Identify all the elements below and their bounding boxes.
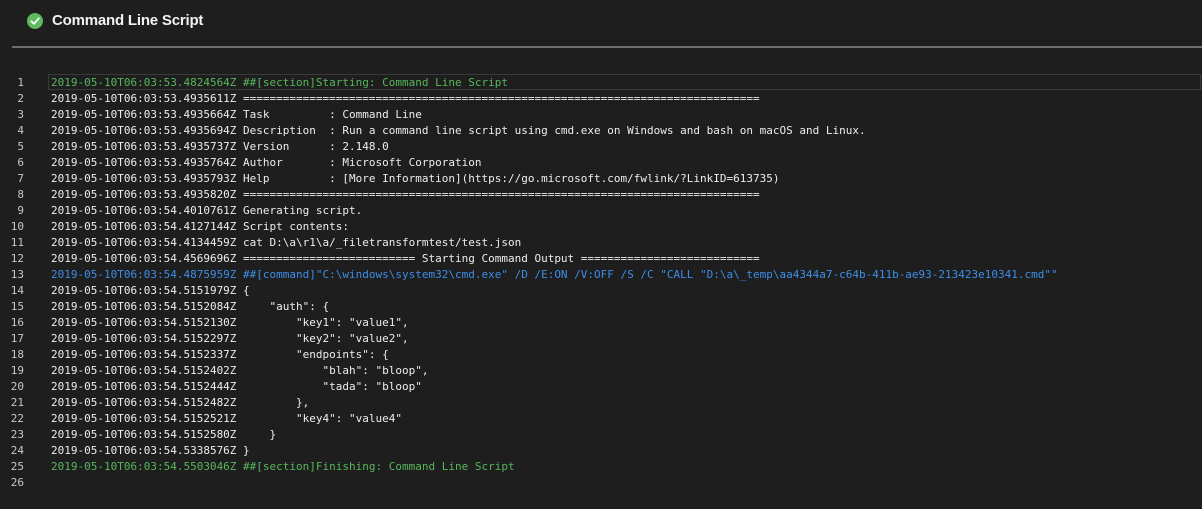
log-line[interactable]: 13 2019-05-10T06:03:54.4875959Z ##[comman… <box>0 267 1202 283</box>
log-text: 2019-05-10T06:03:53.4935737Z Version : 2… <box>51 140 389 153</box>
log-line[interactable]: 21 2019-05-10T06:03:54.5152482Z }, <box>0 395 1202 411</box>
log-line[interactable]: 9 2019-05-10T06:03:54.4010761Z Generating… <box>0 203 1202 219</box>
log-line[interactable]: 19 2019-05-10T06:03:54.5152402Z "blah": "… <box>0 363 1202 379</box>
line-number: 16 <box>10 316 24 329</box>
line-number: 26 <box>10 476 24 489</box>
log-text: 2019-05-10T06:03:54.5152297Z "key2": "va… <box>51 332 409 345</box>
header-divider <box>12 46 1202 48</box>
log-line[interactable]: 14 2019-05-10T06:03:54.5151979Z { <box>0 283 1202 299</box>
log-line[interactable]: 26 <box>0 475 1202 491</box>
log-text: 2019-05-10T06:03:53.4935764Z Author : Mi… <box>51 156 482 169</box>
log-line[interactable]: 4 2019-05-10T06:03:53.4935694Z Descriptio… <box>0 123 1202 139</box>
log-line[interactable]: 20 2019-05-10T06:03:54.5152444Z "tada": "… <box>0 379 1202 395</box>
log-line[interactable]: 23 2019-05-10T06:03:54.5152580Z } <box>0 427 1202 443</box>
log-line[interactable]: 5 2019-05-10T06:03:53.4935737Z Version : … <box>0 139 1202 155</box>
log-text: 2019-05-10T06:03:54.5151979Z { <box>51 284 250 297</box>
log-text: 2019-05-10T06:03:54.4134459Z cat D:\a\r1… <box>51 236 522 249</box>
log-line[interactable]: 12 2019-05-10T06:03:54.4569696Z =========… <box>0 251 1202 267</box>
log-text: 2019-05-10T06:03:53.4935793Z Help : [Mor… <box>51 172 780 185</box>
log-text: 2019-05-10T06:03:53.4935694Z Description… <box>51 124 866 137</box>
log-text: 2019-05-10T06:03:54.5503046Z ##[section]… <box>51 460 515 473</box>
line-number: 6 <box>17 156 24 169</box>
line-number: 19 <box>10 364 24 377</box>
log-line[interactable]: 10 2019-05-10T06:03:54.4127144Z Script co… <box>0 219 1202 235</box>
log-text: 2019-05-10T06:03:53.4824564Z ##[section]… <box>51 76 508 89</box>
check-circle-icon <box>27 13 43 29</box>
line-number: 21 <box>10 396 24 409</box>
log-line[interactable]: 1 2019-05-10T06:03:53.4824564Z ##[section… <box>0 75 1202 91</box>
log-text: 2019-05-10T06:03:53.4935611Z ===========… <box>51 92 760 105</box>
log-text: 2019-05-10T06:03:54.5152402Z "blah": "bl… <box>51 364 429 377</box>
log-line[interactable]: 11 2019-05-10T06:03:54.4134459Z cat D:\a\… <box>0 235 1202 251</box>
line-number: 9 <box>17 204 24 217</box>
line-number: 20 <box>10 380 24 393</box>
line-number: 22 <box>10 412 24 425</box>
line-number: 17 <box>10 332 24 345</box>
line-number: 4 <box>17 124 24 137</box>
line-number: 11 <box>10 236 24 249</box>
log-text: 2019-05-10T06:03:54.5338576Z } <box>51 444 250 457</box>
line-number: 25 <box>10 460 24 473</box>
log-text: 2019-05-10T06:03:54.4010761Z Generating … <box>51 204 363 217</box>
log-text: 2019-05-10T06:03:54.5152084Z "auth": { <box>51 300 330 313</box>
log-line[interactable]: 6 2019-05-10T06:03:53.4935764Z Author : M… <box>0 155 1202 171</box>
line-number: 13 <box>10 268 24 281</box>
log-line[interactable]: 7 2019-05-10T06:03:53.4935793Z Help : [Mo… <box>0 171 1202 187</box>
log-line[interactable]: 24 2019-05-10T06:03:54.5338576Z } <box>0 443 1202 459</box>
log-text: 2019-05-10T06:03:54.5152337Z "endpoints"… <box>51 348 389 361</box>
log-text: 2019-05-10T06:03:54.5152444Z "tada": "bl… <box>51 380 422 393</box>
line-number: 10 <box>10 220 24 233</box>
line-number: 5 <box>17 140 24 153</box>
line-number: 3 <box>17 108 24 121</box>
log-text: 2019-05-10T06:03:54.5152580Z } <box>51 428 277 441</box>
line-number: 15 <box>10 300 24 313</box>
line-number: 23 <box>10 428 24 441</box>
log-line[interactable]: 18 2019-05-10T06:03:54.5152337Z "endpoint… <box>0 347 1202 363</box>
log-line[interactable]: 15 2019-05-10T06:03:54.5152084Z "auth": { <box>0 299 1202 315</box>
log-line[interactable]: 16 2019-05-10T06:03:54.5152130Z "key1": "… <box>0 315 1202 331</box>
log-text: 2019-05-10T06:03:54.5152521Z "key4": "va… <box>51 412 402 425</box>
line-number: 8 <box>17 188 24 201</box>
log-viewer[interactable]: 1 2019-05-10T06:03:53.4824564Z ##[section… <box>0 75 1202 491</box>
line-number: 1 <box>17 76 24 89</box>
line-number: 14 <box>10 284 24 297</box>
log-text: 2019-05-10T06:03:54.4875959Z ##[command]… <box>51 268 1058 281</box>
log-text: 2019-05-10T06:03:54.4569696Z ===========… <box>51 252 760 265</box>
line-number: 24 <box>10 444 24 457</box>
log-line[interactable]: 25 2019-05-10T06:03:54.5503046Z ##[sectio… <box>0 459 1202 475</box>
log-line[interactable]: 17 2019-05-10T06:03:54.5152297Z "key2": "… <box>0 331 1202 347</box>
line-number: 2 <box>17 92 24 105</box>
log-line[interactable]: 8 2019-05-10T06:03:53.4935820Z ==========… <box>0 187 1202 203</box>
log-text: 2019-05-10T06:03:53.4935664Z Task : Comm… <box>51 108 422 121</box>
log-text: 2019-05-10T06:03:54.5152482Z }, <box>51 396 310 409</box>
log-text: 2019-05-10T06:03:53.4935820Z ===========… <box>51 188 760 201</box>
task-title: Command Line Script <box>52 12 204 29</box>
log-line[interactable]: 3 2019-05-10T06:03:53.4935664Z Task : Com… <box>0 107 1202 123</box>
line-number: 18 <box>10 348 24 361</box>
log-text: 2019-05-10T06:03:54.5152130Z "key1": "va… <box>51 316 409 329</box>
line-number: 7 <box>17 172 24 185</box>
log-line[interactable]: 22 2019-05-10T06:03:54.5152521Z "key4": "… <box>0 411 1202 427</box>
task-header: Command Line Script <box>0 0 1202 46</box>
log-line[interactable]: 2 2019-05-10T06:03:53.4935611Z ==========… <box>0 91 1202 107</box>
line-number: 12 <box>10 252 24 265</box>
log-text: 2019-05-10T06:03:54.4127144Z Script cont… <box>51 220 350 233</box>
